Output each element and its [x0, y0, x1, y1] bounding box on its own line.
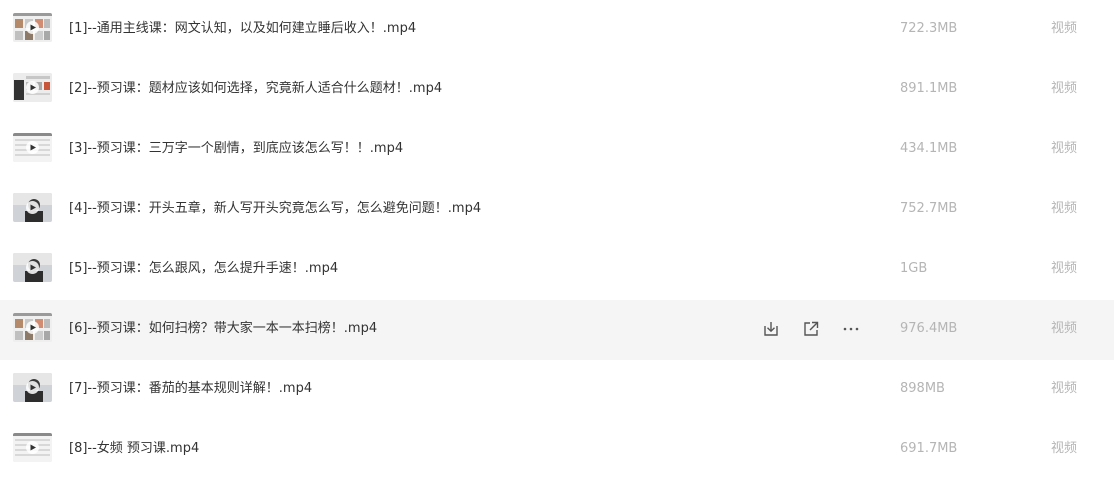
more-icon	[840, 318, 862, 340]
file-name[interactable]: [2]--预习课：题材应该如何选择，究竟新人适合什么题材！.mp4	[69, 60, 442, 120]
video-thumbnail[interactable]	[13, 73, 52, 102]
file-list: [1]--通用主线课：网文认知，以及如何建立睡后收入！.mp4 722.3MB 视频…	[0, 0, 1114, 472]
file-name[interactable]: [3]--预习课：三万字一个剧情，到底应该怎么写！！.mp4	[69, 120, 403, 180]
file-type: 视频	[1051, 381, 1078, 396]
file-type: 视频	[1051, 441, 1078, 456]
file-row[interactable]: [2]--预习课：题材应该如何选择，究竟新人适合什么题材！.mp4 891.1MB…	[0, 60, 1114, 120]
file-size: 1GB	[900, 261, 928, 276]
video-thumbnail[interactable]	[13, 193, 52, 222]
file-row[interactable]: [4]--预习课：开头五章，新人写开头究竟怎么写，怎么避免问题！.mp4 752.…	[0, 180, 1114, 240]
file-name[interactable]: [1]--通用主线课：网文认知，以及如何建立睡后收入！.mp4	[69, 0, 416, 60]
file-type: 视频	[1051, 21, 1078, 36]
file-size: 898MB	[900, 381, 945, 396]
file-name[interactable]: [4]--预习课：开头五章，新人写开头究竟怎么写，怎么避免问题！.mp4	[69, 180, 481, 240]
share-button[interactable]	[800, 318, 822, 340]
file-row[interactable]: [8]--女频 预习课.mp4 691.7MB 视频	[0, 420, 1114, 480]
file-row[interactable]: [6]--预习课：如何扫榜？带大家一本一本扫榜！.mp4 976.4MB 视频	[0, 300, 1114, 360]
file-type: 视频	[1051, 321, 1078, 336]
video-thumbnail[interactable]	[13, 313, 52, 342]
file-size: 691.7MB	[900, 441, 958, 456]
file-name[interactable]: [7]--预习课：番茄的基本规则详解！.mp4	[69, 360, 312, 420]
video-thumbnail[interactable]	[13, 133, 52, 162]
file-name[interactable]: [8]--女频 预习课.mp4	[69, 420, 199, 480]
file-type: 视频	[1051, 141, 1078, 156]
download-icon	[760, 318, 782, 340]
share-icon	[800, 318, 822, 340]
file-size: 434.1MB	[900, 141, 958, 156]
row-actions	[760, 318, 870, 340]
file-row[interactable]: [7]--预习课：番茄的基本规则详解！.mp4 898MB 视频	[0, 360, 1114, 420]
video-thumbnail[interactable]	[13, 433, 52, 462]
file-type: 视频	[1051, 201, 1078, 216]
file-size: 752.7MB	[900, 201, 958, 216]
file-size: 976.4MB	[900, 321, 958, 336]
file-name[interactable]: [6]--预习课：如何扫榜？带大家一本一本扫榜！.mp4	[69, 300, 377, 360]
more-button[interactable]	[840, 318, 862, 340]
video-thumbnail[interactable]	[13, 13, 52, 42]
file-row[interactable]: [3]--预习课：三万字一个剧情，到底应该怎么写！！.mp4 434.1MB 视频	[0, 120, 1114, 180]
download-button[interactable]	[760, 318, 782, 340]
video-thumbnail[interactable]	[13, 373, 52, 402]
file-row[interactable]: [5]--预习课：怎么跟风，怎么提升手速！.mp4 1GB 视频	[0, 240, 1114, 300]
file-row[interactable]: [1]--通用主线课：网文认知，以及如何建立睡后收入！.mp4 722.3MB 视频	[0, 0, 1114, 60]
file-name[interactable]: [5]--预习课：怎么跟风，怎么提升手速！.mp4	[69, 240, 338, 300]
video-thumbnail[interactable]	[13, 253, 52, 282]
file-type: 视频	[1051, 81, 1078, 96]
file-type: 视频	[1051, 261, 1078, 276]
file-size: 891.1MB	[900, 81, 958, 96]
file-size: 722.3MB	[900, 21, 958, 36]
